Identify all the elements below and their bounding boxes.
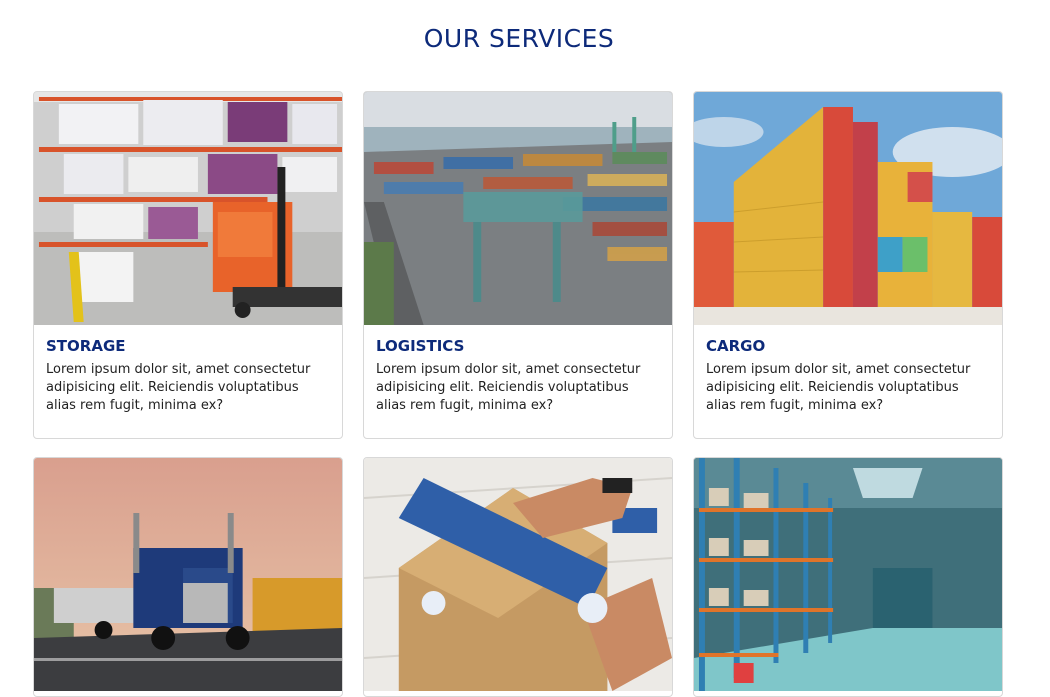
truck-on-road-image: [34, 458, 342, 691]
service-card-storage[interactable]: STORAGE Lorem ipsum dolor sit, amet cons…: [33, 91, 343, 439]
service-card-warehouse[interactable]: [693, 457, 1003, 697]
service-card-cargo[interactable]: CARGO Lorem ipsum dolor sit, amet consec…: [693, 91, 1003, 439]
card-title: LOGISTICS: [376, 337, 465, 355]
service-card-packing[interactable]: [363, 457, 673, 697]
card-description: Lorem ipsum dolor sit, amet consectetur …: [46, 362, 311, 413]
card-description: Lorem ipsum dolor sit, amet consectetur …: [706, 362, 971, 413]
container-port-image: [364, 92, 672, 325]
stacked-containers-image: [694, 92, 1002, 325]
service-card-truck[interactable]: [33, 457, 343, 697]
packing-box-image: [364, 458, 672, 691]
warehouse-forklift-image: [34, 92, 342, 325]
service-card-logistics[interactable]: LOGISTICS Lorem ipsum dolor sit, amet co…: [363, 91, 673, 439]
page-title: OUR SERVICES: [423, 24, 615, 53]
card-title: CARGO: [706, 337, 766, 355]
card-description: Lorem ipsum dolor sit, amet consectetur …: [376, 362, 641, 413]
warehouse-shelves-image: [694, 458, 1002, 691]
card-title: STORAGE: [46, 337, 126, 355]
